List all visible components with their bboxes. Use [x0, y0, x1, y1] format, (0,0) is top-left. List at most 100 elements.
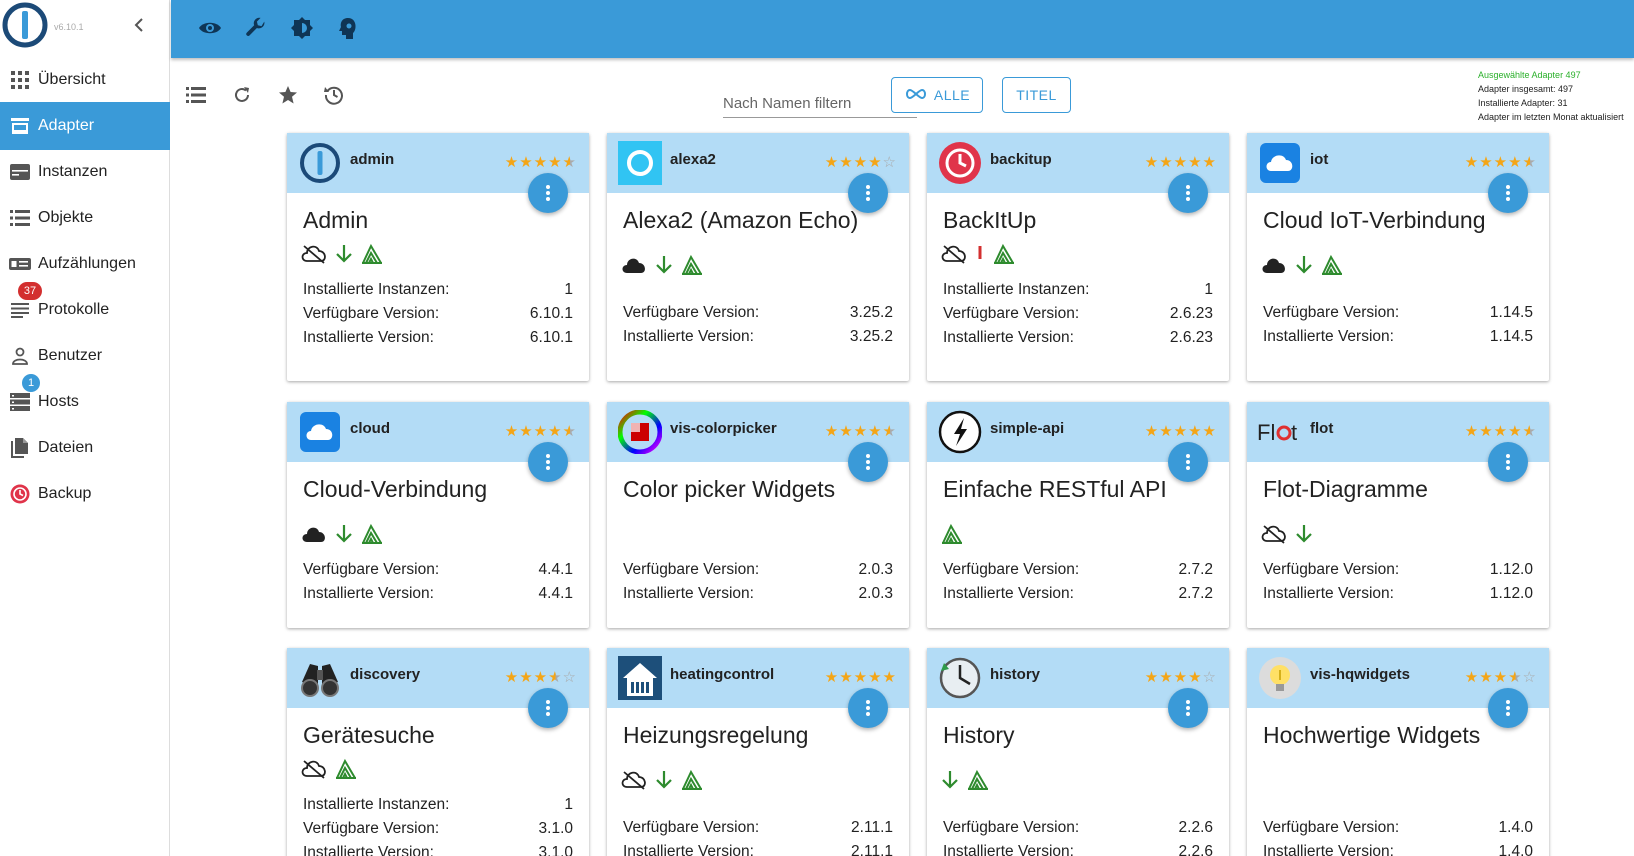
- star-full-icon: ★: [1508, 423, 1523, 440]
- sidebar-item-hosts[interactable]: Hosts 1: [0, 374, 170, 426]
- sidebar-item-instances[interactable]: Instanzen: [0, 148, 170, 196]
- eye-icon[interactable]: [195, 13, 225, 43]
- star-full-icon: ★: [853, 669, 869, 686]
- signal-icon[interactable]: [335, 758, 357, 785]
- rating-stars[interactable]: ★★★★☆: [1465, 668, 1537, 686]
- adapter-card-vis-hqwidgets[interactable]: vis-hqwidgets ★★★★☆ Hochwertige Widgets Ver…: [1247, 648, 1549, 856]
- signal-icon[interactable]: [941, 523, 963, 550]
- card-menu-button[interactable]: [848, 688, 888, 728]
- card-menu-button[interactable]: [1488, 442, 1528, 482]
- signal-icon[interactable]: [681, 254, 703, 281]
- cloud-off-icon[interactable]: [621, 770, 647, 795]
- installed-version-row: Installierte Version: 1.14.5: [1263, 325, 1533, 349]
- rating-stars[interactable]: ★★★★★: [825, 668, 897, 686]
- available-version-row: Verfügbare Version: 2.2.6: [943, 816, 1213, 840]
- adapter-card-alexa2[interactable]: alexa2 ★★★★☆ Alexa2 (Amazon Echo) Verfügbar…: [607, 133, 909, 381]
- rating-stars[interactable]: ★★★★★: [505, 422, 577, 440]
- rating-stars[interactable]: ★★★★☆: [505, 668, 577, 686]
- card-menu-button[interactable]: [528, 442, 568, 482]
- user-icon: [0, 332, 38, 380]
- collapse-sidebar-icon[interactable]: [132, 16, 146, 39]
- arrow-down-icon[interactable]: [941, 770, 959, 795]
- arrow-down-icon[interactable]: [1295, 524, 1313, 549]
- adapter-card-vis-colorpicker[interactable]: vis-colorpicker ★★★★★ Color picker Widgets…: [607, 402, 909, 628]
- rating-stars[interactable]: ★★★★★: [1465, 422, 1537, 440]
- rating-stars[interactable]: ★★★★★: [1145, 422, 1217, 440]
- card-menu-button[interactable]: [1168, 173, 1208, 213]
- sidebar-item-list[interactable]: Objekte: [0, 194, 170, 242]
- arrow-down-icon[interactable]: [655, 255, 673, 280]
- signal-icon[interactable]: [993, 243, 1015, 270]
- arrow-down-icon[interactable]: [335, 244, 353, 269]
- all-button[interactable]: ALLE: [891, 77, 983, 113]
- signal-icon[interactable]: [1321, 254, 1343, 281]
- rating-stars[interactable]: ★★★★★: [1465, 153, 1537, 171]
- adapter-card-backitup[interactable]: backitup ★★★★★ BackItUp Installierte Instan…: [927, 133, 1229, 381]
- card-menu-button[interactable]: [848, 442, 888, 482]
- star-full-icon: ★: [853, 423, 869, 440]
- card-menu-button[interactable]: [1488, 173, 1528, 213]
- sidebar-item-label: Backup: [38, 485, 92, 502]
- star-full-icon: ★: [533, 154, 549, 171]
- cloud-icon[interactable]: [621, 256, 647, 279]
- card-menu-button[interactable]: [1488, 688, 1528, 728]
- iobroker-logo-icon[interactable]: [2, 2, 48, 48]
- adapter-card-history[interactable]: history ★★★★☆ History Verfügbare Version: 2.…: [927, 648, 1229, 856]
- star-full-icon: ★: [824, 669, 840, 686]
- sidebar-item-grid[interactable]: Übersicht: [0, 56, 170, 104]
- adapter-card-admin[interactable]: admin ★★★★★ Admin Installierte Instanzen: 1 V…: [287, 133, 589, 381]
- more-vert-icon: [1186, 185, 1190, 201]
- sidebar-item-backup[interactable]: Backup: [0, 470, 170, 518]
- card-menu-button[interactable]: [528, 173, 568, 213]
- star-full-icon: ★: [548, 154, 563, 171]
- rating-stars[interactable]: ★★★★★: [1145, 153, 1217, 171]
- sidebar-item-label: Objekte: [38, 209, 94, 226]
- sidebar-item-files[interactable]: Dateien: [0, 424, 170, 472]
- arrow-down-icon[interactable]: [655, 770, 673, 795]
- brightness-icon[interactable]: [287, 13, 317, 43]
- cloud-off-icon[interactable]: [1261, 524, 1287, 549]
- cloud-icon[interactable]: [1261, 256, 1287, 279]
- signal-icon[interactable]: [681, 769, 703, 796]
- sidebar-item-enum[interactable]: Aufzählungen: [0, 240, 170, 288]
- star-filter-icon[interactable]: [273, 80, 303, 110]
- adapter-card-heatingcontrol[interactable]: heatingcontrol ★★★★★ Heizungsregelung Verfü…: [607, 648, 909, 856]
- cloud-off-icon[interactable]: [941, 244, 967, 269]
- installed-version-label: Installierte Version:: [623, 843, 754, 856]
- title-button[interactable]: TITEL: [1002, 77, 1071, 113]
- sidebar-item-store[interactable]: Adapter: [0, 102, 170, 150]
- signal-icon[interactable]: [967, 769, 989, 796]
- rating-stars[interactable]: ★★★★★: [505, 153, 577, 171]
- rating-stars[interactable]: ★★★★☆: [1145, 668, 1217, 686]
- adapter-status-icons: [941, 769, 989, 796]
- list-view-icon[interactable]: [181, 80, 211, 110]
- card-menu-button[interactable]: [528, 688, 568, 728]
- rating-stars[interactable]: ★★★★★: [825, 422, 897, 440]
- cloud-off-icon[interactable]: [301, 759, 327, 784]
- sidebar-item-user[interactable]: Benutzer: [0, 332, 170, 380]
- adapter-card-simple-api[interactable]: simple-api ★★★★★ Einfache RESTful API Verfü…: [927, 402, 1229, 628]
- recent-updates-icon[interactable]: [319, 80, 349, 110]
- adapter-title: Alexa2 (Amazon Echo): [623, 207, 859, 233]
- adapter-name: backitup: [990, 151, 1052, 168]
- exclamation-icon[interactable]: [975, 244, 985, 269]
- signal-icon[interactable]: [361, 523, 383, 550]
- arrow-down-icon[interactable]: [335, 524, 353, 549]
- card-menu-button[interactable]: [1168, 688, 1208, 728]
- refresh-icon[interactable]: [227, 80, 257, 110]
- expert-mode-icon[interactable]: [333, 13, 363, 43]
- arrow-down-icon[interactable]: [1295, 255, 1313, 280]
- rating-stars[interactable]: ★★★★☆: [825, 153, 897, 171]
- star-full-icon: ★: [1479, 423, 1494, 440]
- cloud-off-icon[interactable]: [301, 244, 327, 269]
- adapter-card-flot[interactable]: Fl t flot ★★★★★ Flot-Diagramme Verfügbare Ver…: [1247, 402, 1549, 628]
- signal-icon[interactable]: [361, 243, 383, 270]
- name-filter-input[interactable]: [723, 82, 917, 118]
- wrench-icon[interactable]: [241, 13, 271, 43]
- cloud-icon[interactable]: [301, 525, 327, 548]
- card-menu-button[interactable]: [1168, 442, 1208, 482]
- adapter-card-iot[interactable]: iot ★★★★★ Cloud IoT-Verbindung Verfügbare V…: [1247, 133, 1549, 381]
- adapter-card-discovery[interactable]: discovery ★★★★☆ Gerätesuche Installierte In…: [287, 648, 589, 856]
- adapter-card-cloud[interactable]: cloud ★★★★★ Cloud-Verbindung Verfügbare Ver…: [287, 402, 589, 628]
- sidebar-item-log[interactable]: Protokolle 37: [0, 282, 170, 334]
